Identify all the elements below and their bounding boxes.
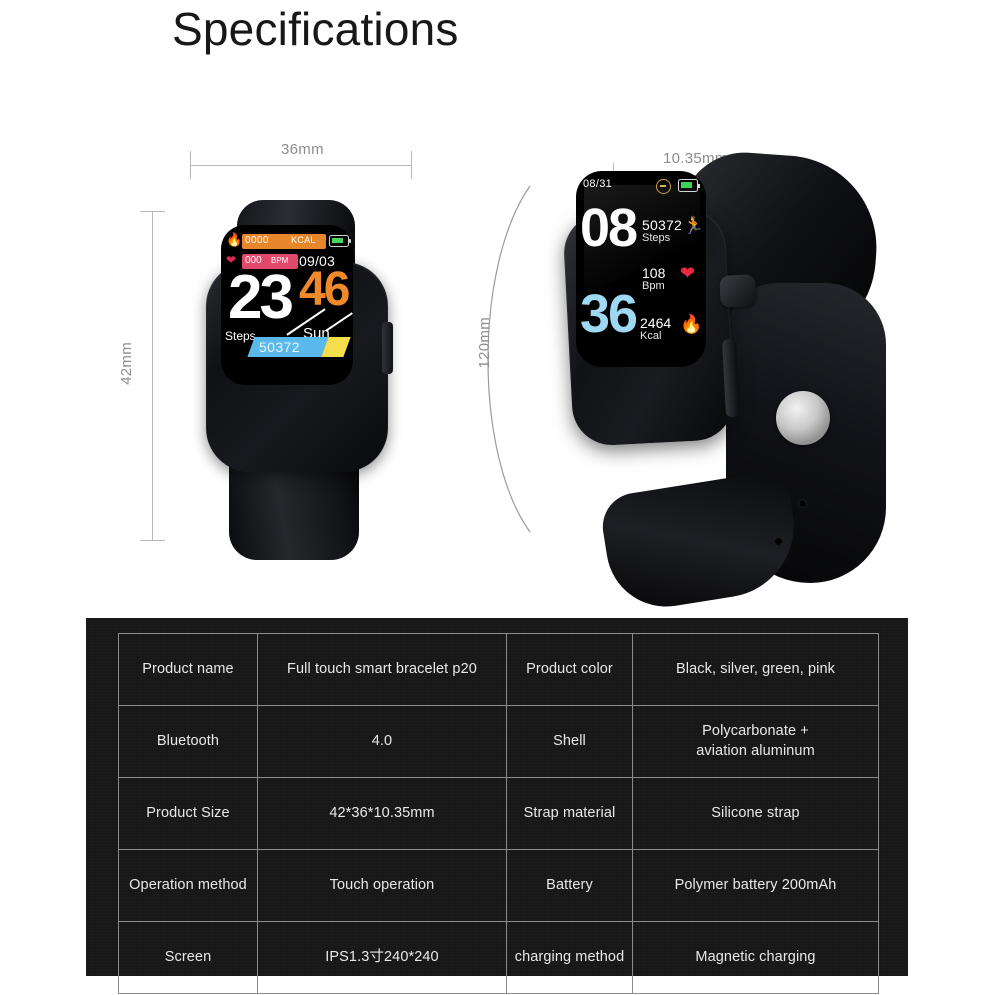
spec-value: Silicone strap <box>632 777 879 850</box>
specifications-panel: Product name Full touch smart bracelet p… <box>86 618 908 994</box>
strap-hole-2 <box>774 537 783 546</box>
specifications-table: Product name Full touch smart bracelet p… <box>118 633 879 994</box>
table-row: Screen IPS1.3寸240*240 charging method Ma… <box>118 921 879 994</box>
width-dimension-tick-left <box>190 151 191 179</box>
spec-value: Polymer battery 200mAh <box>632 849 879 922</box>
spec-value: Full touch smart bracelet p20 <box>257 633 507 706</box>
height-dimension-label: 42mm <box>118 342 135 385</box>
watch-side-view: 08/31 08 36 50372 Steps 🏃 108 Bpm ❤ 2464… <box>560 148 886 616</box>
specifications-table-body: Product name Full touch smart bracelet p… <box>118 633 879 994</box>
spec-value: Polycarbonate + aviation aluminum <box>632 705 879 778</box>
running-icon: 🏃 <box>683 216 705 235</box>
spec-label: Product color <box>506 633 633 706</box>
watch-side-hour: 08 <box>580 198 638 258</box>
strap-buckle-pin <box>776 391 830 445</box>
spec-label: Operation method <box>118 849 258 922</box>
page-title: Specifications <box>172 3 459 55</box>
watch-crown <box>719 274 757 308</box>
width-dimension-line <box>190 165 412 166</box>
steps-label: Steps <box>225 329 256 343</box>
strap-length-label: 120mm <box>476 317 493 369</box>
width-dimension-label: 36mm <box>281 141 324 158</box>
kcal-unit: KCAL <box>291 235 316 245</box>
spec-label: charging method <box>506 921 633 994</box>
spec-label: Shell <box>506 705 633 778</box>
battery-icon <box>678 179 700 192</box>
steps-value: 50372 <box>259 339 300 355</box>
spec-value: Black, silver, green, pink <box>632 633 879 706</box>
spec-value: Touch operation <box>257 849 507 922</box>
strap-hole-1 <box>798 499 807 508</box>
watch-side-screen: 08/31 08 36 50372 Steps 🏃 108 Bpm ❤ 2464… <box>576 171 706 367</box>
spec-value: Magnetic charging <box>632 921 879 994</box>
flame-icon: 🔥 <box>226 232 243 247</box>
spec-label: Battery <box>506 849 633 922</box>
spec-label: Product name <box>118 633 258 706</box>
side-steps-unit: Steps <box>642 232 671 244</box>
heart-icon: ❤ <box>680 263 696 283</box>
flame-icon: 🔥 <box>680 314 703 334</box>
watch-front-screen: 🔥 0000 KCAL ❤ 000 BPM 09/03 23 46 Sun St… <box>221 225 353 385</box>
watch-side-date: 08/31 <box>583 178 613 190</box>
side-bpm-unit: Bpm <box>642 280 665 292</box>
watch-front-side-button <box>382 322 393 374</box>
kcal-value: 0000 <box>245 235 269 246</box>
side-kcal-value: 2464 <box>640 315 672 331</box>
battery-icon <box>329 235 351 247</box>
watch-front-hour: 23 <box>228 263 294 332</box>
table-row: Product name Full touch smart bracelet p… <box>118 633 879 706</box>
spec-label: Product Size <box>118 777 258 850</box>
spec-label: Bluetooth <box>118 705 258 778</box>
table-row: Operation method Touch operation Battery… <box>118 849 879 922</box>
watch-front-view: 🔥 0000 KCAL ❤ 000 BPM 09/03 23 46 Sun St… <box>196 200 396 560</box>
watch-front-minute: 46 <box>299 263 350 316</box>
table-row: Bluetooth 4.0 Shell Polycarbonate + aviat… <box>118 705 879 778</box>
height-dimension-line <box>152 211 153 541</box>
spec-label: Strap material <box>506 777 633 850</box>
side-kcal-unit: Kcal <box>640 330 662 342</box>
spec-value: 42*36*10.35mm <box>257 777 507 850</box>
spec-label: Screen <box>118 921 258 994</box>
table-row: Product Size 42*36*10.35mm Strap materia… <box>118 777 879 850</box>
specifications-page: Specifications 36mm 42mm 10.35mm 120mm 🔥… <box>0 0 995 995</box>
height-dimension-tick-bottom <box>140 540 165 541</box>
side-steps-value: 50372 <box>642 217 682 233</box>
spec-value: 4.0 <box>257 705 507 778</box>
side-bpm-value: 108 <box>642 265 666 281</box>
height-dimension-tick-top <box>140 211 165 212</box>
width-dimension-tick-right <box>411 151 412 179</box>
spec-value: IPS1.3寸240*240 <box>257 921 507 994</box>
product-photo-area: 36mm 42mm 10.35mm 120mm 🔥 0000 KCAL ❤ 00… <box>0 95 995 616</box>
bluetooth-icon <box>656 179 671 194</box>
watch-side-minute: 36 <box>580 284 638 344</box>
